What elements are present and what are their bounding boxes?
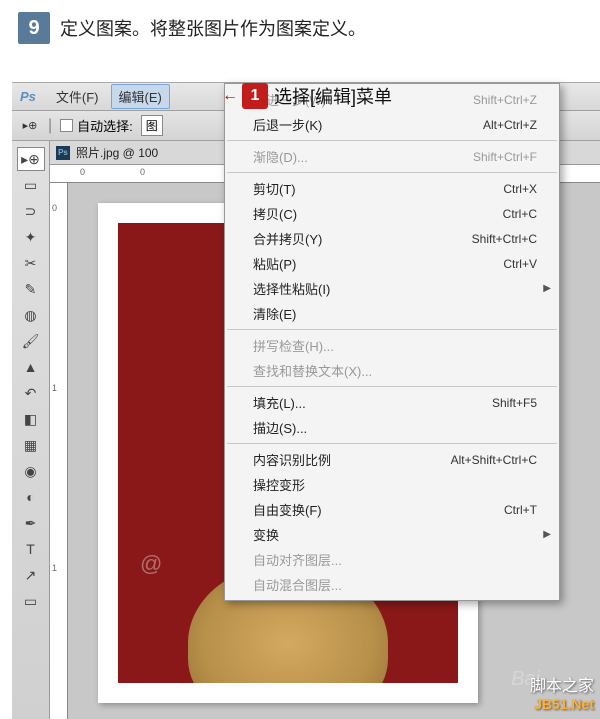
lasso-tool[interactable]: ⊃ [17,199,45,223]
callout: ← 1 选择[编辑]菜单 [222,83,392,109]
eyedropper-tool[interactable]: ✎ [17,277,45,301]
step-header: 9 定义图案。将整张图片作为图案定义。 [0,0,600,56]
checkbox-icon[interactable] [60,119,73,132]
menu-item[interactable]: 粘贴(P)Ctrl+V [225,251,559,276]
menu-item[interactable]: 剪切(T)Ctrl+X [225,176,559,201]
stamp-tool[interactable]: ▲ [17,355,45,379]
group-dropdown[interactable]: 图 [141,115,163,136]
callout-badge: 1 [242,83,268,109]
step-text: 定义图案。将整张图片作为图案定义。 [60,15,366,41]
menu-item[interactable]: 自由变换(F)Ctrl+T [225,497,559,522]
chevron-right-icon: ▶ [543,283,551,294]
dodge-tool[interactable]: ◐ [17,485,45,509]
menu-item[interactable]: 拷贝(C)Ctrl+C [225,201,559,226]
menu-item[interactable]: 合并拷贝(Y)Shift+Ctrl+C [225,226,559,251]
history-brush-tool[interactable]: ↶ [17,381,45,405]
callout-text: 选择[编辑]菜单 [274,83,392,109]
document-title: 照片.jpg @ 100 [76,144,158,161]
move-tool[interactable]: ▸⊕ [17,147,45,171]
menu-item: 自动对齐图层... [225,547,559,572]
site-watermark: 脚本之家 JB51.Net [530,677,594,713]
menu-item: 自动混合图层... [225,572,559,597]
toolbox: ▸⊕ ▭ ⊃ ✦ ✂ ✎ ◍ 🖌 ▲ ↶ ◧ ▦ ◉ ◐ ✒ T ↗ ▭ [12,141,50,719]
wand-tool[interactable]: ✦ [17,225,45,249]
menu-item: 查找和替换文本(X)... [225,358,559,383]
ps-file-icon: Ps [56,146,70,160]
shape-tool[interactable]: ▭ [17,589,45,613]
menu-item[interactable]: 清除(E) [225,301,559,326]
ps-logo: Ps [20,89,36,104]
marquee-tool[interactable]: ▭ [17,173,45,197]
menu-item[interactable]: 变换▶ [225,522,559,547]
menu-item: 渐隐(D)...Shift+Ctrl+F [225,144,559,169]
path-tool[interactable]: ↗ [17,563,45,587]
menu-item[interactable]: 后退一步(K)Alt+Ctrl+Z [225,112,559,137]
step-number-badge: 9 [18,12,50,44]
edit-menu-dropdown: 前进一步(W)Shift+Ctrl+Z后退一步(K)Alt+Ctrl+Z渐隐(D… [224,83,560,601]
crop-tool[interactable]: ✂ [17,251,45,275]
menu-item[interactable]: 选择性粘贴(I)▶ [225,276,559,301]
move-tool-icon[interactable]: ▸⊕ [20,116,40,136]
menu-item: 拼写检查(H)... [225,333,559,358]
brush-tool[interactable]: 🖌 [17,329,45,353]
blur-tool[interactable]: ◉ [17,459,45,483]
arrow-left-icon: ← [222,87,238,105]
healing-tool[interactable]: ◍ [17,303,45,327]
menu-file[interactable]: 文件(F) [48,84,107,109]
menu-item[interactable]: 描边(S)... [225,415,559,440]
menu-item[interactable]: 内容识别比例Alt+Shift+Ctrl+C [225,447,559,472]
photoshop-window: Ps 文件(F) 编辑(E) ← 1 选择[编辑]菜单 ▸⊕ | 自动选择: 图… [12,82,600,719]
menu-item[interactable]: 填充(L)...Shift+F5 [225,390,559,415]
menu-edit[interactable]: 编辑(E) [111,84,170,109]
pen-tool[interactable]: ✒ [17,511,45,535]
menu-item[interactable]: 操控变形 [225,472,559,497]
ruler-vertical: 0 1 1 [50,183,68,719]
chevron-right-icon: ▶ [543,529,551,540]
auto-select-checkbox[interactable]: 自动选择: [60,116,133,135]
eraser-tool[interactable]: ◧ [17,407,45,431]
type-tool[interactable]: T [17,537,45,561]
gradient-tool[interactable]: ▦ [17,433,45,457]
